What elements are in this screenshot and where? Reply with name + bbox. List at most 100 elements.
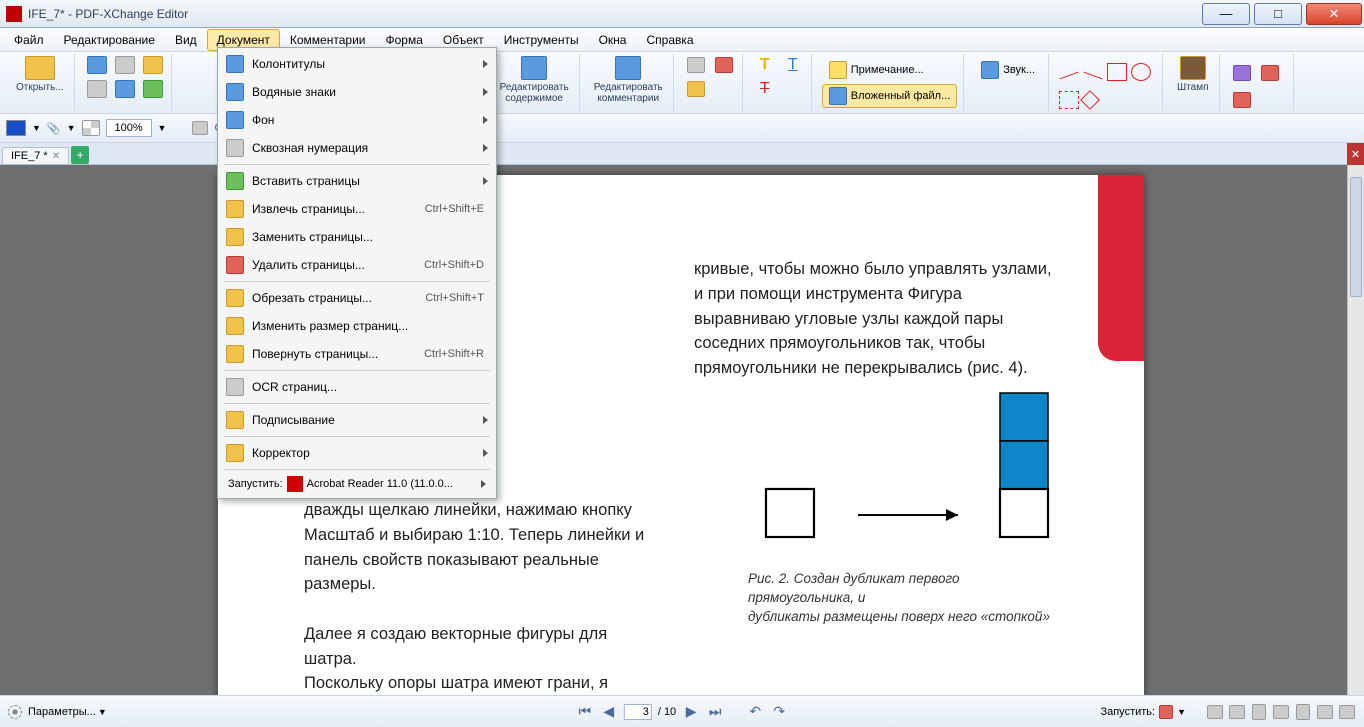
opacity-input[interactable]	[106, 119, 152, 137]
menu-item[interactable]: Повернуть страницы...Ctrl+Shift+R	[220, 340, 494, 368]
document-viewport[interactable]: ных фигур сновных размеров поверхность ш…	[0, 165, 1364, 695]
quick-print-button[interactable]	[85, 78, 109, 100]
export-button[interactable]	[141, 78, 165, 100]
menu-item-icon	[226, 172, 244, 190]
menu-файл[interactable]: Файл	[4, 29, 54, 51]
attachment-small-icon[interactable]: 📎	[47, 122, 61, 135]
maximize-button[interactable]: □	[1254, 3, 1302, 25]
highlight-icon: T	[760, 56, 770, 74]
submenu-arrow-icon	[483, 116, 488, 124]
edit-content-button[interactable]: Редактировать содержимое	[496, 54, 573, 106]
scan-icon	[115, 80, 135, 98]
fill-color-swatch[interactable]	[6, 120, 26, 136]
menu-item[interactable]: Водяные знаки	[220, 78, 494, 106]
save-button[interactable]	[85, 54, 109, 76]
opacity-icon[interactable]	[82, 120, 100, 136]
line-tool[interactable]	[1059, 72, 1078, 80]
zoom-in-button[interactable]	[1228, 703, 1246, 721]
next-page-button[interactable]: ▶	[682, 703, 700, 721]
attach-file-button[interactable]: Вложенный файл...	[822, 84, 958, 108]
close-button[interactable]: ✕	[1306, 3, 1362, 25]
menu-справка[interactable]: Справка	[636, 29, 703, 51]
menu-item[interactable]: Извлечь страницы...Ctrl+Shift+E	[220, 195, 494, 223]
facing-pages-button[interactable]	[1272, 703, 1290, 721]
menu-вид[interactable]: Вид	[165, 29, 207, 51]
page-number-input[interactable]	[624, 704, 652, 720]
menu-item[interactable]: Удалить страницы...Ctrl+Shift+D	[220, 251, 494, 279]
minimize-button[interactable]: —	[1202, 3, 1250, 25]
highlight-button[interactable]: T	[753, 54, 777, 76]
close-tab-icon[interactable]: ✕	[52, 151, 60, 162]
acrobat-icon[interactable]	[1159, 705, 1173, 719]
measure-button[interactable]	[1230, 89, 1254, 111]
launch-acrobat-item[interactable]: Запустить: Acrobat Reader 11.0 (11.0.0..…	[220, 472, 494, 496]
scan-button[interactable]	[113, 78, 137, 100]
submenu-arrow-icon	[483, 60, 488, 68]
next-view-button[interactable]: ↷	[770, 703, 788, 721]
stamp-button[interactable]: Штамп	[1173, 54, 1212, 95]
params-button[interactable]: Параметры...	[28, 706, 96, 718]
document-tabs: IFE_7 * ✕ +	[0, 143, 1364, 165]
menu-item[interactable]: Подписывание	[220, 406, 494, 434]
prev-view-button[interactable]: ↶	[746, 703, 764, 721]
menu-item-icon	[226, 228, 244, 246]
menu-item-icon	[226, 55, 244, 73]
edit-comments-button[interactable]: Редактировать комментарии	[590, 54, 667, 106]
first-page-button[interactable]: ⏮	[576, 703, 594, 721]
menu-item-label: Заменить страницы...	[252, 230, 488, 244]
oval-tool[interactable]	[1131, 63, 1151, 81]
sound-button[interactable]: Звук...	[974, 58, 1042, 82]
arrow-tool[interactable]	[1083, 72, 1102, 80]
open-button[interactable]: Открыть...	[12, 54, 68, 95]
menu-окна[interactable]: Окна	[589, 29, 637, 51]
fit-page-button[interactable]	[1316, 703, 1334, 721]
vertical-scrollbar[interactable]	[1347, 165, 1364, 695]
continuous-button[interactable]	[1294, 703, 1312, 721]
single-page-button[interactable]	[1250, 703, 1268, 721]
pencil-button[interactable]	[1258, 62, 1282, 84]
fit-width-button[interactable]	[1338, 703, 1356, 721]
print-button[interactable]	[113, 54, 137, 76]
last-page-button[interactable]: ⏭	[706, 703, 724, 721]
menu-item-icon	[226, 378, 244, 396]
menu-item[interactable]: Фон	[220, 106, 494, 134]
tab-strip-close[interactable]: ✕	[1347, 143, 1364, 165]
cloud-tool[interactable]	[1059, 91, 1079, 109]
file-tab[interactable]: IFE_7 * ✕	[2, 147, 69, 164]
sticky-note-icon	[829, 61, 847, 79]
menu-item-label: Повернуть страницы...	[252, 347, 424, 361]
menu-item[interactable]: Колонтитулы	[220, 50, 494, 78]
menu-item[interactable]: OCR страниц...	[220, 373, 494, 401]
fit-page-icon	[1317, 705, 1333, 719]
strikeout-button[interactable]: T	[753, 78, 777, 100]
menu-item[interactable]: Корректор	[220, 439, 494, 467]
callout-button[interactable]	[684, 78, 708, 100]
underline-button[interactable]: T	[781, 54, 805, 76]
menu-item[interactable]: Обрезать страницы...Ctrl+Shift+T	[220, 284, 494, 312]
prev-page-button[interactable]: ◀	[600, 703, 618, 721]
rect-tool[interactable]	[1107, 63, 1127, 81]
menu-item-label: Обрезать страницы...	[252, 291, 425, 305]
print-icon	[115, 56, 135, 74]
menu-item-icon	[226, 256, 244, 274]
menu-item[interactable]: Сквозная нумерация	[220, 134, 494, 162]
email-button[interactable]	[141, 54, 165, 76]
new-tab-button[interactable]: +	[71, 146, 89, 164]
menu-редактирование[interactable]: Редактирование	[54, 29, 165, 51]
scrollbar-thumb[interactable]	[1350, 177, 1362, 297]
zoom-out-button[interactable]	[1206, 703, 1224, 721]
textbox-button[interactable]	[712, 54, 736, 76]
note-button[interactable]: Примечание...	[822, 58, 931, 82]
menu-инструменты[interactable]: Инструменты	[494, 29, 589, 51]
menu-item[interactable]: Вставить страницы	[220, 167, 494, 195]
export-icon	[143, 80, 163, 98]
menu-item-label: Колонтитулы	[252, 57, 483, 71]
eraser-button[interactable]	[1230, 62, 1254, 84]
menu-item-label: Вставить страницы	[252, 174, 483, 188]
menu-item[interactable]: Заменить страницы...	[220, 223, 494, 251]
menu-item-label: Извлечь страницы...	[252, 202, 425, 216]
select-text-button[interactable]	[684, 54, 708, 76]
polygon-tool[interactable]	[1080, 90, 1100, 110]
checkbox-prop-icon[interactable]	[192, 121, 208, 135]
menu-item[interactable]: Изменить размер страниц...	[220, 312, 494, 340]
